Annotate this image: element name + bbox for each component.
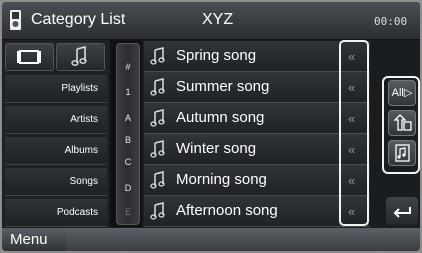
index-letter[interactable]: #	[117, 62, 139, 72]
category-albums[interactable]: Albums	[5, 137, 107, 165]
index-scrollbar[interactable]: # 1 A B C D E	[116, 43, 140, 225]
index-letter[interactable]: C	[117, 157, 139, 167]
list-item[interactable]: Afternoon song «	[144, 196, 370, 227]
music-device-icon	[10, 10, 21, 30]
up-folder-button[interactable]	[388, 110, 416, 136]
music-note-icon	[150, 78, 165, 96]
song-title: Afternoon song	[176, 202, 278, 219]
screen-icon	[17, 50, 41, 64]
song-title: Spring song	[176, 47, 257, 64]
return-arrow-icon	[393, 207, 411, 218]
play-all-label: All	[391, 87, 404, 99]
index-letter[interactable]: B	[117, 135, 139, 145]
list-item[interactable]: Winter song «	[144, 134, 370, 165]
menu-button[interactable]: Menu	[2, 228, 66, 251]
music-note-icon	[150, 109, 165, 127]
index-letter[interactable]: A	[117, 113, 139, 123]
index-letter[interactable]: E	[117, 207, 139, 217]
song-list: Spring song « Summer song « Autumn song …	[144, 40, 372, 227]
clock: 00:00	[374, 15, 408, 28]
music-note-icon	[150, 140, 165, 158]
up-arrow-folder-icon	[393, 114, 412, 131]
source-label: XYZ	[202, 11, 234, 28]
song-title: Winter song	[176, 140, 257, 157]
screen: Category List XYZ 00:00 Playlists Artist…	[2, 2, 420, 251]
back-button[interactable]	[386, 197, 418, 225]
category-songs[interactable]: Songs	[5, 168, 107, 196]
category-artists[interactable]: Artists	[5, 106, 107, 134]
view-toggle-button[interactable]	[5, 43, 54, 71]
play-all-button[interactable]: All▷	[388, 80, 416, 106]
index-letter[interactable]: D	[117, 183, 139, 193]
footer-bar: Menu	[2, 228, 420, 251]
list-item[interactable]: Autumn song «	[144, 103, 370, 134]
header-bar: Category List XYZ 00:00	[2, 2, 420, 40]
music-note-icon	[150, 202, 165, 220]
highlight-frame-chevrons	[339, 40, 369, 226]
alphabet-index: # 1 A B C D E	[110, 40, 142, 227]
category-playlists[interactable]: Playlists	[5, 75, 107, 103]
music-note-icon	[150, 171, 165, 189]
list-item[interactable]: Summer song «	[144, 72, 370, 103]
play-triangle-icon: ▷	[403, 87, 413, 99]
list-item[interactable]: Morning song «	[144, 165, 370, 196]
category-sidebar: Playlists Artists Albums Songs Podcasts	[2, 40, 110, 227]
music-category-button[interactable]	[56, 43, 105, 71]
song-title: Morning song	[176, 171, 267, 188]
song-title: Autumn song	[176, 109, 265, 126]
song-title: Summer song	[176, 78, 270, 95]
page-title: Category List	[31, 11, 126, 28]
category-podcasts[interactable]: Podcasts	[5, 199, 107, 227]
index-letter[interactable]: 1	[117, 87, 139, 97]
music-note-icon	[150, 47, 165, 65]
music-note-icon	[71, 45, 87, 66]
list-item[interactable]: Spring song «	[144, 41, 370, 72]
music-file-icon	[395, 144, 410, 162]
top-menu-button[interactable]	[388, 140, 416, 166]
